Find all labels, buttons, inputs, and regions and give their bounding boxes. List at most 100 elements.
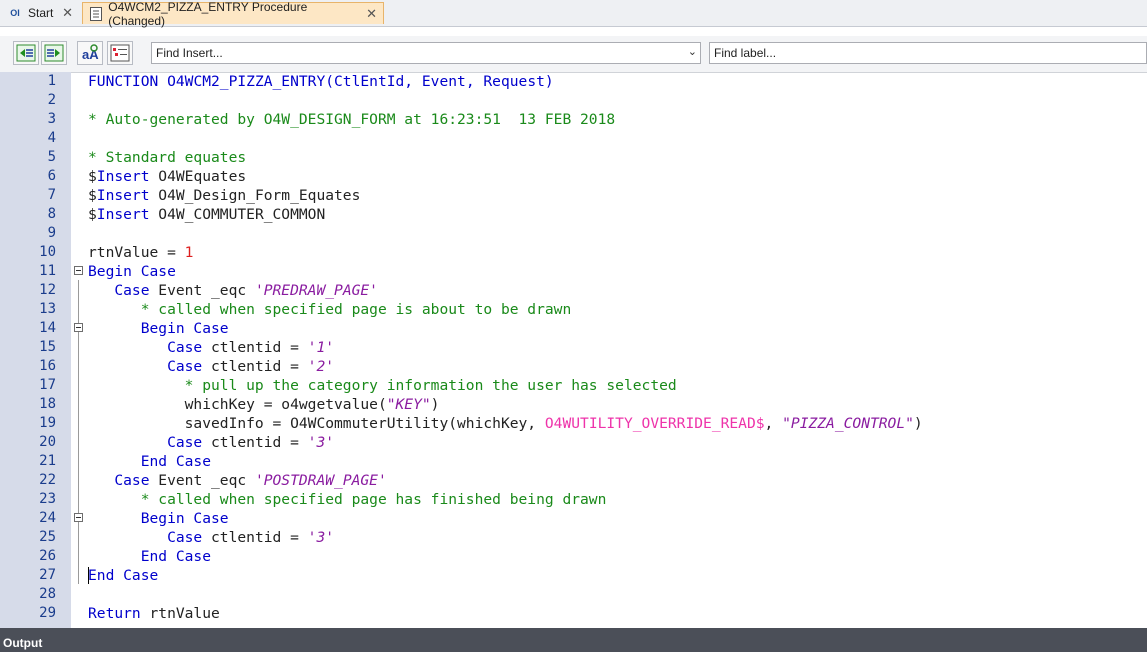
- code-line[interactable]: * pull up the category information the u…: [88, 376, 1147, 395]
- code-token: ctlentid =: [202, 339, 308, 356]
- code-token: O4W_COMMUTER_COMMON: [149, 206, 326, 223]
- code-line[interactable]: [88, 129, 1147, 148]
- line-number: 10: [39, 244, 56, 260]
- code-line[interactable]: $Insert O4W_COMMUTER_COMMON: [88, 205, 1147, 224]
- code-token: 1: [184, 244, 194, 261]
- tab-procedure[interactable]: O4WCM2_PIZZA_ENTRY Procedure (Changed) ✕: [82, 0, 384, 28]
- code-token: rtnValue: [140, 605, 220, 622]
- code-token: Event _eqc: [149, 472, 255, 489]
- code-token: Case: [167, 339, 203, 356]
- code-line[interactable]: * called when specified page has finishe…: [88, 490, 1147, 509]
- fold-toggle-icon[interactable]: [74, 266, 83, 275]
- code-line[interactable]: * Standard equates: [88, 148, 1147, 167]
- line-number: 16: [39, 358, 56, 374]
- code-token: O4WEquates: [149, 168, 247, 185]
- line-number: 9: [47, 225, 56, 241]
- close-icon[interactable]: ✕: [366, 6, 377, 22]
- code-line[interactable]: rtnValue = 1: [88, 243, 1147, 262]
- line-number: 1: [47, 73, 56, 89]
- code-token: rtnValue =: [88, 244, 185, 261]
- code-token: "KEY": [386, 396, 431, 413]
- code-token: whichKey = o4wgetvalue(: [88, 396, 387, 413]
- code-token: FUNCTION: [88, 73, 159, 90]
- code-token: Begin Case: [140, 320, 229, 337]
- outline-icon[interactable]: [107, 41, 133, 65]
- code-line[interactable]: * Auto-generated by O4W_DESIGN_FORM at 1…: [88, 110, 1147, 129]
- fold-toggle-icon[interactable]: [74, 323, 83, 332]
- code-line[interactable]: Case Event _eqc 'PREDRAW_PAGE': [88, 281, 1147, 300]
- find-insert-input[interactable]: Find Insert...: [156, 46, 223, 60]
- code-line[interactable]: [88, 585, 1147, 604]
- code-line[interactable]: savedInfo = O4WCommuterUtility(whichKey,…: [88, 414, 1147, 433]
- find-label-input[interactable]: Find label...: [709, 42, 1147, 64]
- code-token: Insert: [96, 206, 150, 223]
- code-token: $: [88, 187, 97, 204]
- output-panel: [0, 628, 1147, 652]
- code-line[interactable]: FUNCTION O4WCM2_PIZZA_ENTRY(CtlEntId, Ev…: [88, 72, 1147, 91]
- code-line[interactable]: [88, 224, 1147, 243]
- code-token: $: [88, 168, 97, 185]
- tab-start[interactable]: OI Start ✕: [2, 2, 79, 24]
- chevron-down-icon[interactable]: ⌄: [688, 45, 697, 58]
- line-number: 2: [47, 92, 56, 108]
- line-number: 7: [47, 187, 56, 203]
- code-token: '2': [307, 358, 335, 375]
- code-token: ctlentid =: [202, 434, 308, 451]
- code-line[interactable]: $Insert O4WEquates: [88, 167, 1147, 186]
- code-token: ctlentid =: [202, 529, 308, 546]
- code-line[interactable]: whichKey = o4wgetvalue("KEY"): [88, 395, 1147, 414]
- fold-toggle-icon[interactable]: [74, 513, 83, 522]
- find-insert-combo[interactable]: Find Insert... ⌄: [151, 42, 701, 64]
- code-line[interactable]: End Case: [88, 566, 1147, 585]
- find-replace-icon[interactable]: aA: [77, 41, 103, 65]
- code-token: Begin Case: [88, 263, 176, 280]
- code-token: Case: [167, 529, 203, 546]
- output-panel-label: Output: [3, 636, 43, 650]
- line-number: 18: [39, 396, 56, 412]
- code-token: Case: [167, 434, 203, 451]
- code-line[interactable]: Return rtnValue: [88, 604, 1147, 623]
- outdent-icon[interactable]: [13, 41, 39, 65]
- code-token: O4WCM2_PIZZA_ENTRY(CtlEntId, Event, Requ…: [158, 73, 554, 90]
- app-icon: OI: [10, 8, 20, 18]
- code-line[interactable]: [88, 91, 1147, 110]
- indent-icon[interactable]: [41, 41, 67, 65]
- document-icon: [89, 6, 102, 21]
- code-line[interactable]: Case ctlentid = '3': [88, 528, 1147, 547]
- line-number: 23: [39, 491, 56, 507]
- close-icon[interactable]: ✕: [62, 5, 73, 21]
- code-line[interactable]: End Case: [88, 452, 1147, 471]
- code-token: ,: [764, 415, 783, 432]
- tab-start-label: Start: [28, 6, 54, 20]
- line-number: 28: [39, 586, 56, 602]
- code-line[interactable]: Begin Case: [88, 319, 1147, 338]
- code-line[interactable]: Begin Case: [88, 262, 1147, 281]
- code-editor[interactable]: FUNCTION O4WCM2_PIZZA_ENTRY(CtlEntId, Ev…: [88, 72, 1147, 623]
- code-line[interactable]: End Case: [88, 547, 1147, 566]
- code-line[interactable]: Case Event _eqc 'POSTDRAW_PAGE': [88, 471, 1147, 490]
- line-number: 11: [39, 263, 56, 279]
- code-line[interactable]: * called when specified page is about to…: [88, 300, 1147, 319]
- code-line[interactable]: Case ctlentid = '1': [88, 338, 1147, 357]
- code-token: * called when specified page has finishe…: [88, 491, 607, 508]
- tab-procedure-label: O4WCM2_PIZZA_ENTRY Procedure (Changed): [108, 0, 308, 28]
- line-number: 20: [39, 434, 56, 450]
- line-number: 13: [39, 301, 56, 317]
- line-number: 25: [39, 529, 56, 545]
- code-token: End Case: [140, 453, 212, 470]
- code-line[interactable]: Case ctlentid = '3': [88, 433, 1147, 452]
- code-line[interactable]: $Insert O4W_Design_Form_Equates: [88, 186, 1147, 205]
- code-token: Event _eqc: [149, 282, 255, 299]
- code-line[interactable]: Case ctlentid = '2': [88, 357, 1147, 376]
- code-line[interactable]: Begin Case: [88, 509, 1147, 528]
- code-token: End Case: [140, 548, 212, 565]
- code-token: '3': [307, 434, 335, 451]
- line-number: 17: [39, 377, 56, 393]
- line-number: 27: [39, 567, 56, 583]
